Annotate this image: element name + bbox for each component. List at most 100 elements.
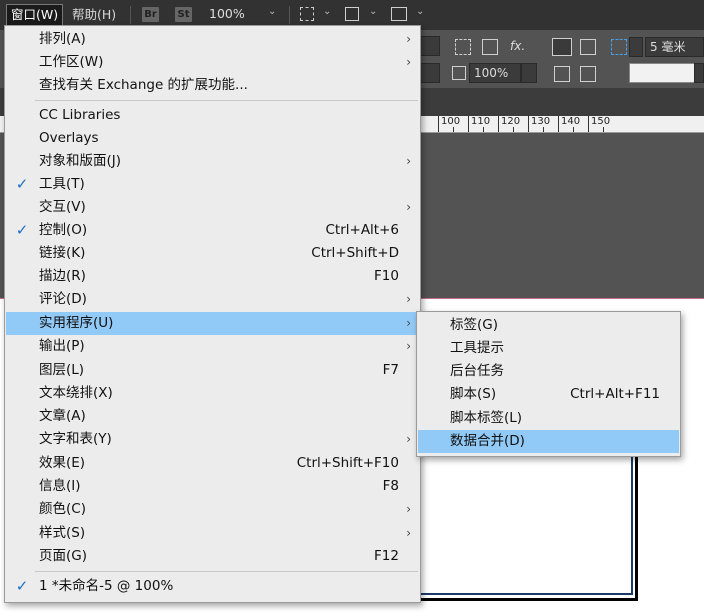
ruler-label: 120: [501, 116, 521, 127]
ruler-tick: [438, 116, 439, 132]
menu-item-pages[interactable]: 页面(G) F12: [6, 545, 419, 568]
submenu-arrow-icon: ›: [406, 292, 411, 306]
menu-item-styles[interactable]: 样式(S) ›: [6, 522, 419, 545]
arrange-chevron-down-icon[interactable]: ⌄: [416, 7, 424, 17]
menu-item-tools[interactable]: ✓ 工具(T): [6, 173, 419, 196]
menu-item-label: 工具提示: [450, 340, 504, 356]
ruler-label: 140: [561, 116, 581, 127]
menu-item-control[interactable]: ✓ 控制(O) Ctrl+Alt+6: [6, 219, 419, 242]
control-dropdown[interactable]: [418, 36, 440, 56]
menu-item-arrange[interactable]: 排列(A) ›: [6, 28, 419, 51]
menu-item-label: 标签(G): [450, 317, 498, 333]
submenu-item-background-tasks[interactable]: 后台任务: [418, 360, 679, 383]
submenu-item-tags[interactable]: 标签(G): [418, 314, 679, 337]
zoom-field[interactable]: 100%: [469, 63, 521, 83]
zoom-level[interactable]: 100%: [209, 6, 245, 21]
submenu-arrow-icon: ›: [406, 339, 411, 353]
zoom-field-arrow[interactable]: [521, 63, 537, 83]
menu-item-shortcut: Ctrl+Shift+D: [311, 245, 399, 261]
ruler-tick: [588, 116, 589, 132]
screen-chevron-down-icon[interactable]: ⌄: [369, 7, 377, 17]
menu-item-interactive[interactable]: 交互(V) ›: [6, 196, 419, 219]
ruler-label: 100: [441, 116, 461, 127]
menu-item-label: 实用程序(U): [39, 315, 114, 331]
check-icon: ✓: [15, 221, 29, 239]
scale-icon: [452, 66, 466, 80]
check-icon: ✓: [15, 577, 29, 595]
bridge-icon[interactable]: Br: [142, 7, 159, 22]
menu-item-cc-libraries[interactable]: CC Libraries: [6, 104, 419, 127]
menu-item-label: 颜色(C): [39, 501, 86, 517]
menu-item-label: 工具(T): [39, 176, 85, 192]
menu-item-label: 页面(G): [39, 548, 87, 564]
menu-item-workspace[interactable]: 工作区(W) ›: [6, 51, 419, 74]
menu-item-label: 文章(A): [39, 408, 86, 424]
stock-icon[interactable]: St: [175, 7, 192, 22]
align-right-icon[interactable]: [580, 39, 596, 55]
menu-item-label: 信息(I): [39, 478, 81, 494]
control-dropdown[interactable]: [418, 63, 440, 83]
menu-item-utilities[interactable]: 实用程序(U) ›: [6, 312, 419, 335]
menu-item-open-document[interactable]: ✓ 1 *未命名-5 @ 100%: [6, 575, 419, 598]
screen-mode-icon[interactable]: [345, 7, 359, 21]
align-left-icon[interactable]: [552, 38, 572, 56]
menu-item-label: 输出(P): [39, 338, 85, 354]
submenu-arrow-icon: ›: [406, 154, 411, 168]
reference-point-icon[interactable]: [611, 39, 627, 55]
stroke-stepper[interactable]: [629, 37, 643, 57]
menu-item-layers[interactable]: 图层(L) F7: [6, 359, 419, 382]
menu-item-color[interactable]: 颜色(C) ›: [6, 498, 419, 521]
menu-item-info[interactable]: 信息(I) F8: [6, 475, 419, 498]
menu-item-text-wrap[interactable]: 文本绕排(X): [6, 382, 419, 405]
menu-item-label: CC Libraries: [39, 107, 121, 123]
frame-fitting-icon[interactable]: [455, 39, 471, 55]
ruler-tick: [513, 127, 514, 132]
menu-item-articles[interactable]: 文章(A): [6, 405, 419, 428]
fx-icon[interactable]: fx.: [510, 39, 525, 53]
menu-help[interactable]: 帮助(H): [68, 5, 120, 25]
menu-item-label: 工作区(W): [39, 54, 104, 70]
menu-window[interactable]: 窗口(W): [6, 4, 64, 26]
stroke-weight-field[interactable]: 5 毫米: [645, 37, 704, 57]
menu-item-comments[interactable]: 评论(D) ›: [6, 288, 419, 311]
ruler-tick: [573, 127, 574, 132]
submenu-arrow-icon: ›: [406, 502, 411, 516]
zoom-chevron-down-icon[interactable]: ⌄: [268, 7, 276, 17]
ruler-label: 130: [531, 116, 551, 127]
ruler-tick: [528, 116, 529, 132]
menu-item-label: 描边(R): [39, 268, 86, 284]
submenu-item-scripts[interactable]: 脚本(S) Ctrl+Alt+F11: [418, 383, 679, 406]
stroke-style-dropdown[interactable]: [694, 63, 704, 83]
menu-item-stroke[interactable]: 描边(R) F10: [6, 265, 419, 288]
menu-item-object-layout[interactable]: 对象和版面(J) ›: [6, 150, 419, 173]
view-options-icon[interactable]: [300, 7, 314, 21]
check-icon: ✓: [15, 175, 29, 193]
menu-item-shortcut: Ctrl+Alt+6: [325, 222, 399, 238]
submenu-item-data-merge[interactable]: 数据合并(D): [418, 430, 679, 453]
fill-frame-icon[interactable]: [482, 39, 498, 55]
submenu-arrow-icon: ›: [406, 432, 411, 446]
ruler-tick: [468, 116, 469, 132]
menu-item-shortcut: F10: [374, 268, 399, 284]
ruler-tick: [543, 127, 544, 132]
menu-item-label: 交互(V): [39, 199, 86, 215]
menu-item-output[interactable]: 输出(P) ›: [6, 335, 419, 358]
menu-item-links[interactable]: 链接(K) Ctrl+Shift+D: [6, 242, 419, 265]
menubar-divider: [130, 6, 131, 24]
menu-item-type-tables[interactable]: 文字和表(Y) ›: [6, 428, 419, 451]
menu-item-find-exchange[interactable]: 查找有关 Exchange 的扩展功能...: [6, 74, 419, 97]
submenu-item-script-label[interactable]: 脚本标签(L): [418, 407, 679, 430]
menu-item-label: 样式(S): [39, 525, 86, 541]
align-center-icon[interactable]: [554, 66, 570, 82]
menu-item-shortcut: Ctrl+Alt+F11: [570, 386, 660, 402]
arrange-documents-icon[interactable]: [391, 7, 407, 21]
stroke-style-swatch[interactable]: [629, 63, 695, 83]
view-chevron-down-icon[interactable]: ⌄: [323, 7, 331, 17]
menu-item-label: 图层(L): [39, 362, 85, 378]
align-justify-icon[interactable]: [580, 66, 596, 82]
menu-item-effects[interactable]: 效果(E) Ctrl+Shift+F10: [6, 452, 419, 475]
menu-item-overlays[interactable]: Overlays: [6, 127, 419, 150]
submenu-item-tool-hints[interactable]: 工具提示: [418, 337, 679, 360]
menu-separator: [35, 571, 418, 572]
menu-item-label: 链接(K): [39, 245, 86, 261]
